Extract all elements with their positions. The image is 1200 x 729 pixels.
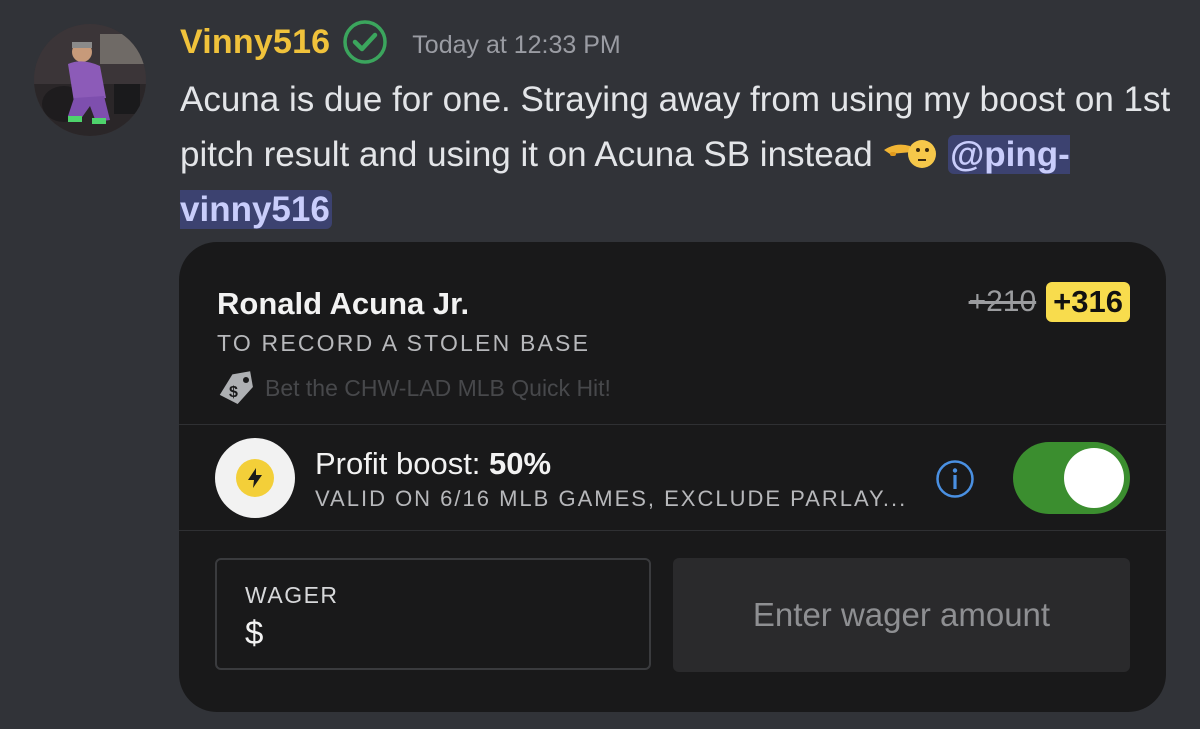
wager-label: WAGER <box>245 582 339 608</box>
original-odds: +210 <box>968 285 1037 318</box>
promo-link[interactable]: $ Bet the CHW-LAD MLB Quick Hit! <box>215 370 611 406</box>
boosted-odds: +316 <box>1046 282 1130 322</box>
avatar[interactable] <box>34 24 146 136</box>
message-content: Acuna is due for one. Straying away from… <box>180 72 1180 237</box>
profit-boost-description: VALID ON 6/16 MLB GAMES, EXCLUDE PARLAY.… <box>315 486 908 511</box>
profit-boost-value: 50% <box>489 446 552 481</box>
profit-boost-title: Profit boost: 50% <box>315 446 551 482</box>
bet-card: Ronald Acuna Jr. TO RECORD A STOLEN BASE… <box>179 242 1166 712</box>
svg-text:$: $ <box>229 384 238 401</box>
info-icon[interactable] <box>935 459 975 499</box>
toggle-knob <box>1064 448 1124 508</box>
pointing-hand-emoji-icon <box>882 132 938 172</box>
divider <box>179 424 1166 425</box>
lightning-bolt-icon <box>236 459 274 497</box>
timestamp: Today at 12:33 PM <box>412 30 621 59</box>
wager-amount-input[interactable] <box>673 558 1130 672</box>
divider <box>179 530 1166 531</box>
market-label: TO RECORD A STOLEN BASE <box>217 330 591 356</box>
odds-display: +210 +316 <box>969 282 1130 322</box>
currency-symbol: $ <box>245 614 264 651</box>
promo-text: Bet the CHW-LAD MLB Quick Hit! <box>265 374 611 401</box>
username[interactable]: Vinny516 <box>180 23 330 62</box>
boost-badge <box>215 438 295 518</box>
profit-boost-label: Profit boost: <box>315 446 490 481</box>
avatar-image <box>34 24 146 136</box>
player-name: Ronald Acuna Jr. <box>217 286 470 321</box>
profit-boost-toggle[interactable] <box>1013 442 1130 514</box>
message-header: Vinny516 Today at 12:33 PM <box>180 16 621 68</box>
price-tag-icon: $ <box>219 371 253 404</box>
verified-check-icon <box>342 19 388 65</box>
wager-field[interactable]: WAGER $ <box>215 558 651 670</box>
